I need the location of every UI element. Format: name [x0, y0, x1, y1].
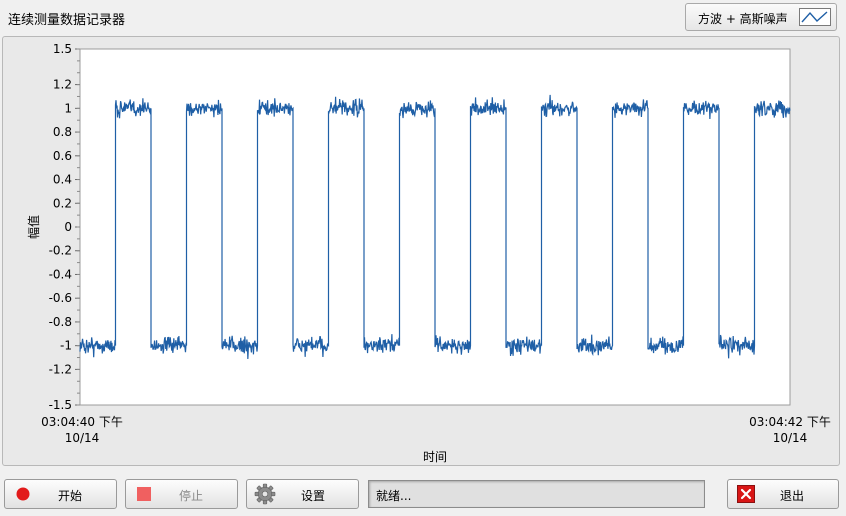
- y-tick-label: 0.4: [53, 173, 72, 187]
- x-end-tick-label: 03:04:42 下午: [749, 415, 831, 429]
- exit-button-label: 退出: [780, 489, 805, 503]
- y-tick-label: 1.2: [53, 78, 72, 92]
- stop-button[interactable]: 停止: [125, 479, 238, 509]
- y-tick-label: -0.4: [49, 267, 72, 281]
- status-field: 就绪...: [368, 480, 705, 508]
- gear-icon: [254, 483, 276, 505]
- y-tick-label: -1.2: [49, 362, 72, 376]
- y-tick-label: -0.2: [49, 244, 72, 258]
- start-button-label: 开始: [58, 489, 83, 503]
- y-axis-title: 幅值: [26, 215, 41, 239]
- control-bar: 开始 停止 设置 就绪... 退出: [0, 472, 846, 516]
- record-dot-icon: [16, 487, 30, 501]
- x-start-tick-label: 03:04:40 下午: [41, 415, 123, 429]
- app-title: 连续测量数据记录器: [8, 13, 126, 28]
- plot-legend[interactable]: 方波 + 高斯噪声: [685, 3, 837, 31]
- y-tick-label: 0.2: [53, 196, 72, 210]
- settings-button[interactable]: 设置: [246, 479, 359, 509]
- y-tick-label: 0.6: [53, 149, 72, 163]
- y-tick-label: 0: [64, 220, 72, 234]
- exit-button[interactable]: 退出: [727, 479, 839, 509]
- line-plot-icon: [799, 8, 831, 26]
- y-tick-label: 0.8: [53, 125, 72, 139]
- status-text: 就绪...: [376, 489, 412, 503]
- y-tick-label: -0.6: [49, 291, 72, 305]
- close-icon: [737, 485, 755, 503]
- waveform-chart: 1.5 1.2 1 0.8 0.6 0.4 0.2 0 -0.2 -0.4 -0.6 -0.8 -1 -1…: [26, 42, 831, 464]
- y-tick-label: -1: [60, 339, 72, 353]
- y-tick-label: 1.5: [53, 42, 72, 56]
- y-tick-label: -0.8: [49, 315, 72, 329]
- stop-square-icon: [137, 487, 151, 501]
- start-button[interactable]: 开始: [4, 479, 117, 509]
- legend-label: 方波 + 高斯噪声: [698, 12, 788, 26]
- settings-button-label: 设置: [301, 489, 326, 503]
- waveform-chart-panel: 1.5 1.2 1 0.8 0.6 0.4 0.2 0 -0.2 -0.4 -0.6 -0.8 -1 -1…: [2, 36, 840, 466]
- x-start-date-label: 10/14: [65, 431, 100, 445]
- y-tick-label: -1.5: [49, 398, 72, 412]
- signal-series-line: [79, 94, 791, 359]
- x-axis-title: 时间: [423, 450, 447, 464]
- y-tick-label: 1: [64, 101, 72, 115]
- x-end-date-label: 10/14: [773, 431, 808, 445]
- stop-button-label: 停止: [179, 489, 204, 503]
